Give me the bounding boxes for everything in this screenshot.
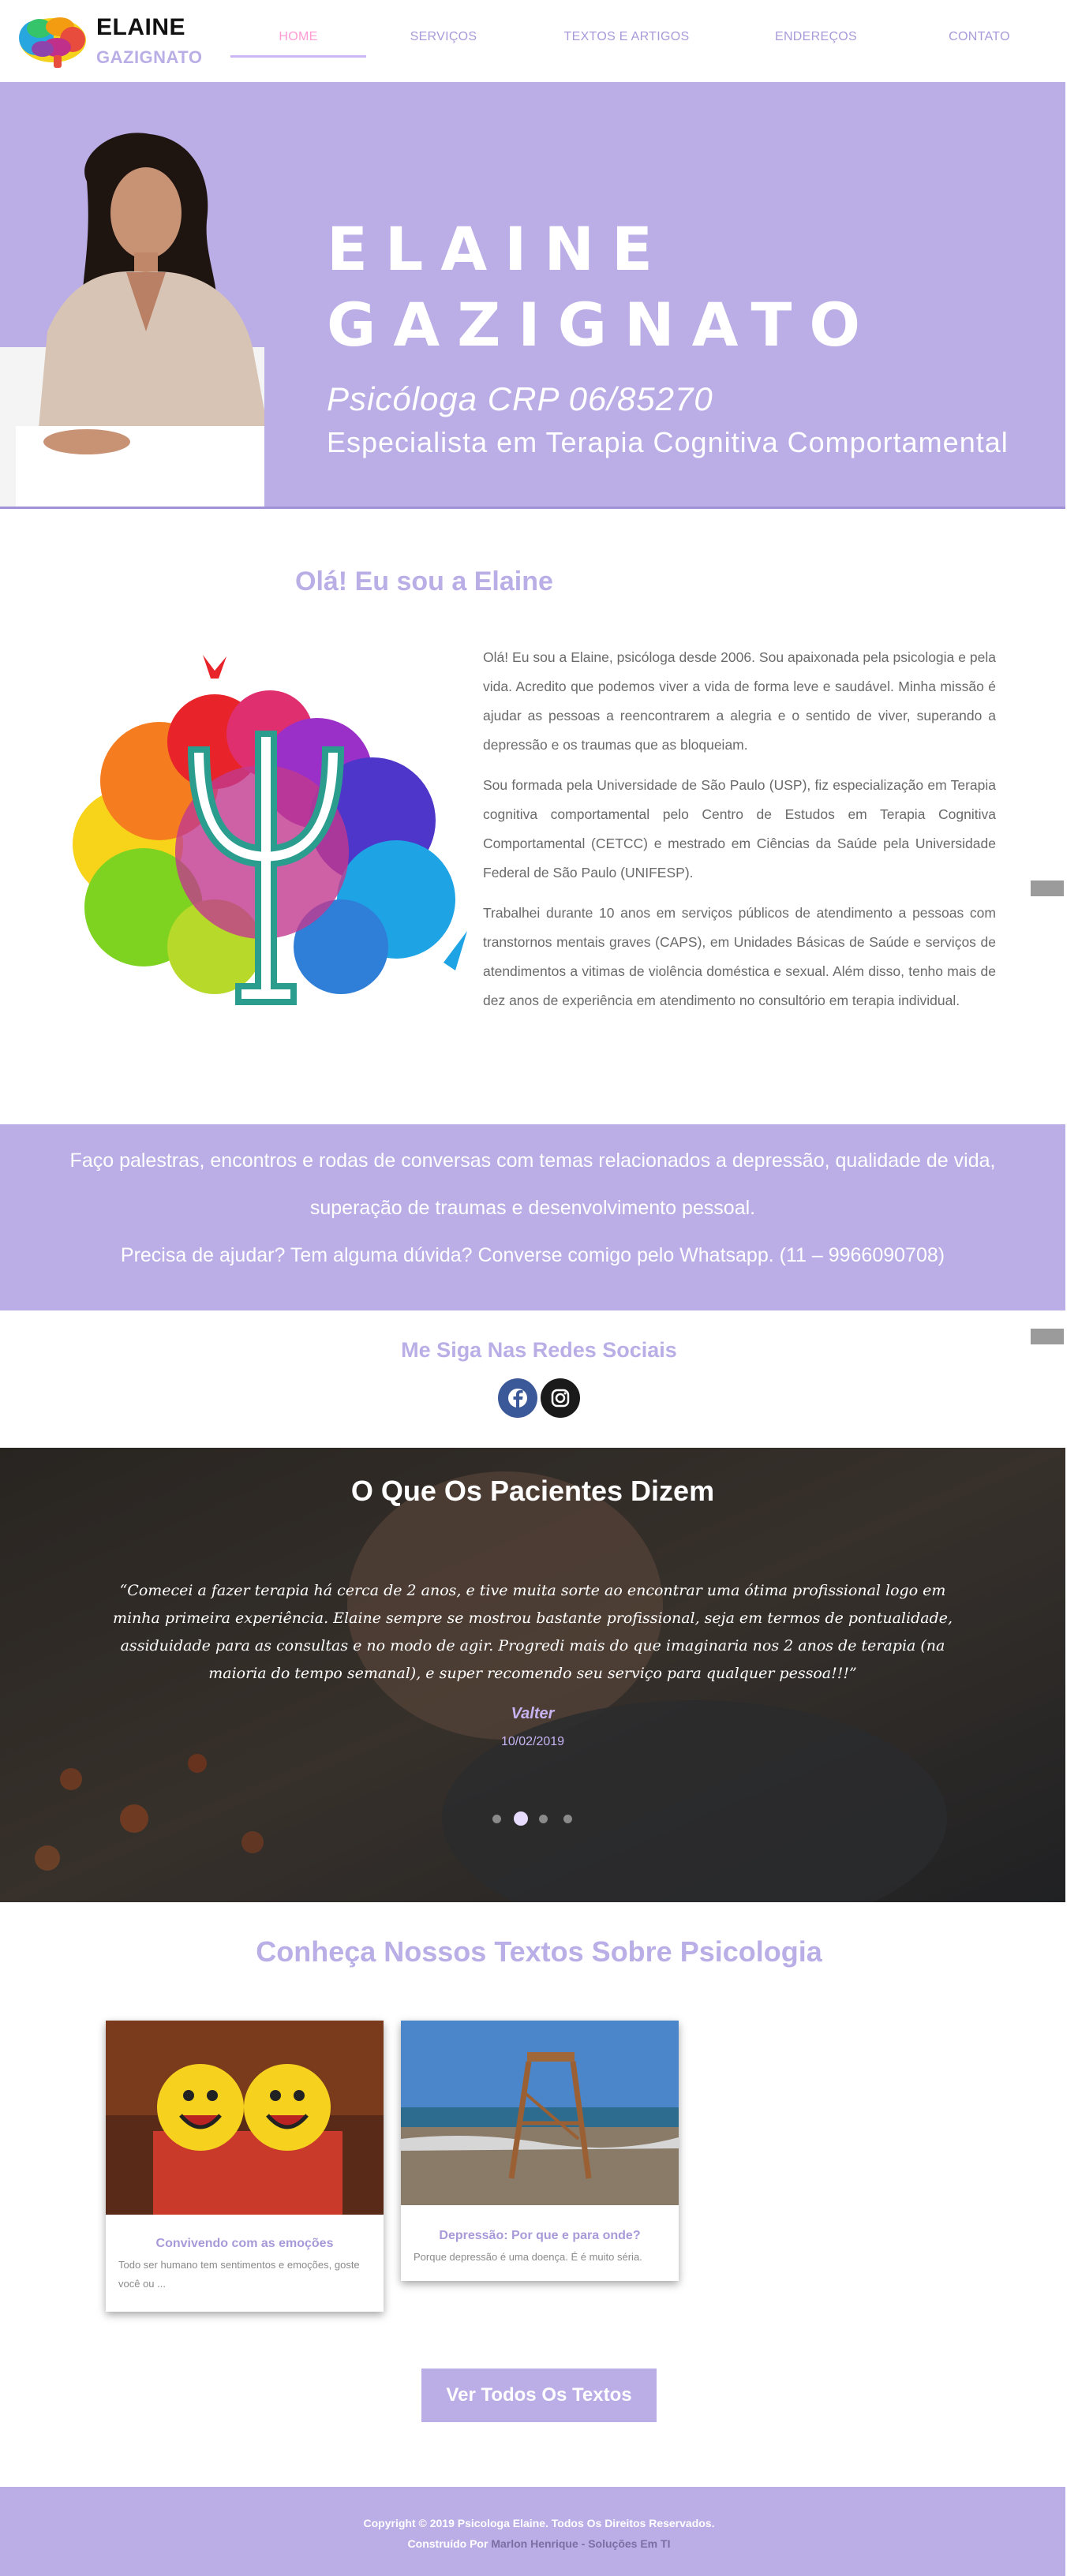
hero-specialty: Especialista em Terapia Cognitiva Compor… [327, 426, 1009, 458]
footer-built-prefix: Construído Por [407, 2537, 488, 2550]
nav-servicos[interactable]: SERVIÇOS [372, 30, 515, 44]
site-header: ELAINE GAZIGNATO HOME SERVIÇOS TEXTOS E … [0, 0, 1078, 82]
info-band: Faço palestras, encontros e rodas de con… [0, 1124, 1065, 1310]
nav-active-underline [230, 55, 366, 58]
article-image-emojis [106, 2021, 384, 2215]
instagram-icon [551, 1389, 570, 1408]
article-title[interactable]: Depressão: Por que e para onde? [401, 2229, 679, 2243]
facebook-icon [508, 1389, 527, 1408]
social-title: Me Siga Nas Redes Sociais [401, 1338, 677, 1362]
testimonials-section: O Que Os Pacientes Dizem “Comecei a faze… [0, 1448, 1065, 1902]
testimonial-author: Valter [511, 1705, 555, 1722]
about-text: Olá! Eu sou a Elaine, psicóloga desde 20… [483, 643, 996, 1026]
about-title: Olá! Eu sou a Elaine [295, 566, 553, 596]
footer-credits: Construído Por Marlon Henrique - Soluçõe… [0, 2537, 1078, 2550]
article-excerpt: Todo ser humano tem sentimentos e emoçõe… [118, 2259, 360, 2290]
carousel-dot-2[interactable] [514, 1811, 528, 1826]
carousel-dot-3[interactable] [539, 1815, 548, 1823]
testimonial-date: 10/02/2019 [500, 1735, 565, 1748]
band-text-2: Precisa de ajudar? Tem alguma dúvida? Co… [120, 1244, 945, 1266]
side-tab-top[interactable] [1031, 880, 1064, 896]
hero-crp: Psicóloga CRP 06/85270 [327, 380, 713, 417]
footer-copyright: Copyright © 2019 Psicologa Elaine. Todos… [363, 2517, 715, 2529]
view-all-texts-button[interactable]: Ver Todos Os Textos [421, 2368, 657, 2422]
brand-name-line1[interactable]: ELAINE [96, 14, 185, 41]
article-image-beach [401, 2021, 679, 2205]
brand-name-line2[interactable]: GAZIGNATO [96, 47, 202, 68]
carousel-dot-4[interactable] [563, 1815, 572, 1823]
brain-logo-icon[interactable] [17, 14, 88, 69]
site-footer: Copyright © 2019 Psicologa Elaine. Todos… [0, 2487, 1065, 2576]
about-paragraph-3: Trabalhei durante 10 anos em serviços pú… [483, 905, 996, 1008]
article-title[interactable]: Convivendo com as emoções [106, 2237, 384, 2251]
band-text-1: Faço palestras, encontros e rodas de con… [69, 1150, 996, 1219]
article-card[interactable]: Convivendo com as emoções Todo ser human… [106, 2021, 384, 2312]
carousel-dot-1[interactable] [492, 1815, 501, 1823]
hero-name: ELAINE GAZIGNATO [327, 214, 878, 360]
about-paragraph-1: Olá! Eu sou a Elaine, psicóloga desde 20… [483, 649, 996, 753]
article-excerpt: Porque depressão é uma doença. É é muito… [414, 2251, 642, 2263]
footer-builder-link[interactable]: Marlon Henrique - Soluções Em TI [491, 2537, 670, 2550]
instagram-button[interactable] [541, 1378, 580, 1418]
nav-contato[interactable]: CONTATO [908, 30, 1050, 44]
testimonial-quote: “Comecei a fazer terapia há cerca de 2 a… [112, 1582, 953, 1682]
facebook-button[interactable] [498, 1378, 537, 1418]
article-card[interactable]: Depressão: Por que e para onde? Porque d… [401, 2021, 679, 2281]
testimonials-title: O Que Os Pacientes Dizem [350, 1475, 715, 1507]
portrait-photo [0, 126, 264, 507]
nav-enderecos[interactable]: ENDEREÇOS [745, 30, 887, 44]
nav-textos-e-artigos[interactable]: TEXTOS E ARTIGOS [556, 30, 698, 44]
psi-symbol-art [73, 655, 467, 1005]
nav-home[interactable]: HOME [227, 30, 369, 44]
hero-divider [0, 507, 1065, 509]
about-paragraph-2: Sou formada pela Universidade de São Pau… [483, 777, 996, 880]
texts-title: Conheça Nossos Textos Sobre Psicologia [256, 1935, 822, 1968]
